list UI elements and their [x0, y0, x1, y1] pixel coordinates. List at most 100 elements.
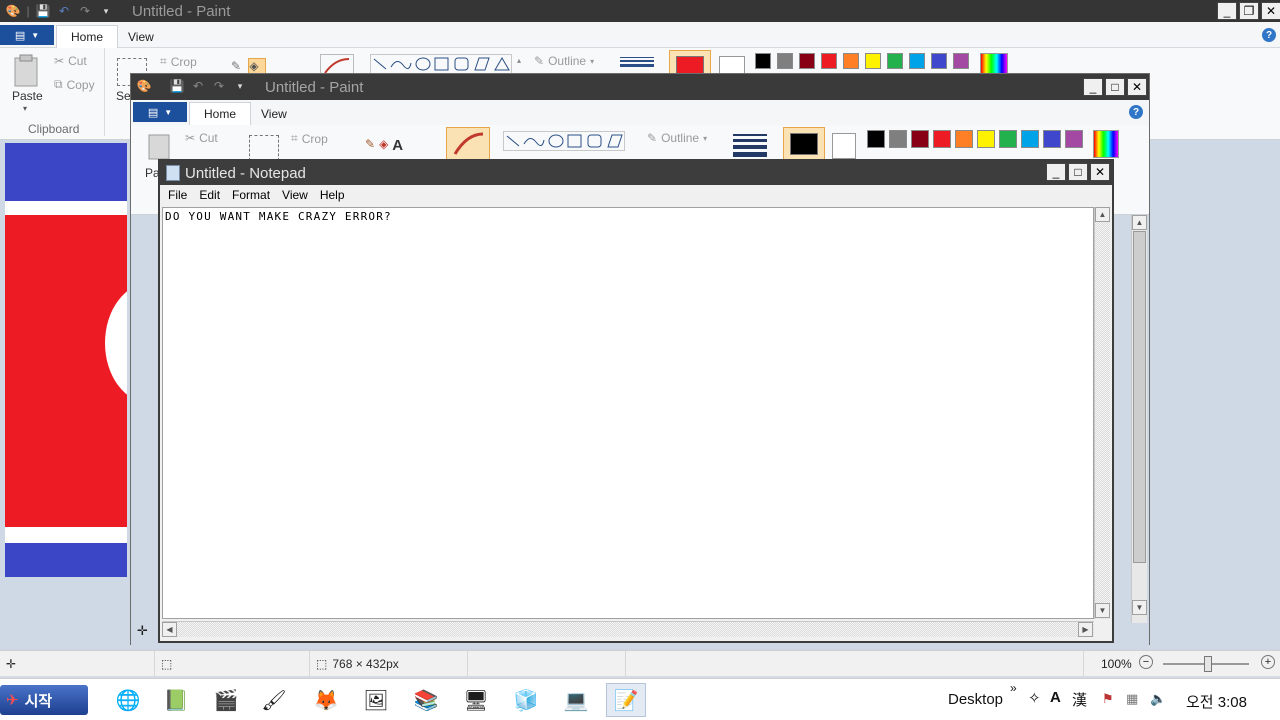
color2-swatch[interactable] — [832, 133, 856, 159]
crop-button[interactable]: ⌗ Crop — [291, 131, 328, 146]
edit-colors-icon[interactable] — [1093, 130, 1119, 158]
scroll-left-icon[interactable]: ◀ — [162, 622, 177, 637]
save-icon[interactable]: 💾 — [168, 78, 186, 94]
volume-icon[interactable]: 🔈 — [1150, 691, 1166, 707]
zoom-slider-thumb[interactable] — [1204, 656, 1212, 672]
restore-button[interactable]: ❐ — [1239, 2, 1259, 20]
undo-icon[interactable]: ↶ — [55, 3, 73, 19]
select-icon[interactable] — [249, 135, 279, 161]
start-button[interactable]: ✈ 시작 — [0, 685, 88, 715]
pencil-icon[interactable]: ✎ — [231, 59, 245, 73]
size-icon[interactable] — [733, 133, 767, 157]
control-panel-icon[interactable]: 🖥 — [456, 683, 496, 717]
paint-app-icon[interactable]: 🎨 — [4, 3, 22, 19]
menu-format[interactable]: Format — [226, 188, 276, 202]
fill-icon[interactable]: ◈ — [379, 137, 388, 154]
menu-edit[interactable]: Edit — [193, 188, 226, 202]
paste-button-label[interactable]: Paste — [12, 89, 43, 103]
tab-view[interactable]: View — [247, 102, 301, 125]
palette-color-swatch[interactable] — [911, 130, 929, 148]
language-bar-icon[interactable]: ✧ — [1028, 689, 1041, 707]
redo-icon[interactable]: ↷ — [210, 78, 228, 94]
palette-color-swatch[interactable] — [933, 130, 951, 148]
3d-builder-icon[interactable]: 🧊 — [506, 683, 546, 717]
zoom-out-button[interactable]: − — [1139, 655, 1153, 669]
scroll-down-icon[interactable]: ▼ — [1132, 600, 1147, 615]
cut-button[interactable]: ✂ Cut — [185, 131, 218, 145]
zoom-in-button[interactable]: + — [1261, 655, 1275, 669]
minimize-button[interactable]: _ — [1083, 78, 1103, 96]
scroll-up-icon[interactable]: ▲ — [1095, 207, 1110, 222]
palette-color-swatch[interactable] — [887, 53, 903, 69]
ime-input-mode[interactable]: A — [1050, 689, 1061, 706]
notepad-app-icon[interactable] — [166, 165, 180, 181]
firefox-icon[interactable]: 🦊 — [306, 683, 346, 717]
palette-color-swatch[interactable] — [955, 130, 973, 148]
help-icon[interactable]: ? — [1129, 105, 1143, 119]
palette-color-swatch[interactable] — [1021, 130, 1039, 148]
paint-menu-button[interactable]: ▤ ▼ — [0, 25, 54, 45]
redo-icon[interactable]: ↷ — [76, 3, 94, 19]
color1-button[interactable] — [783, 127, 825, 161]
scroll-up-icon[interactable]: ▲ — [1132, 215, 1147, 230]
select-button-label[interactable]: Se — [116, 89, 131, 103]
menu-file[interactable]: File — [162, 188, 193, 202]
cut-button[interactable]: ✂ Cut — [54, 54, 87, 68]
palette-color-swatch[interactable] — [1043, 130, 1061, 148]
browser-globe-icon[interactable]: 🌐 — [108, 683, 148, 717]
shapes-gallery[interactable] — [503, 131, 625, 151]
gallery-scroll-up-icon[interactable]: ▴ — [517, 56, 521, 65]
palette-color-swatch[interactable] — [889, 130, 907, 148]
maximize-button[interactable]: □ — [1068, 163, 1088, 181]
menu-help[interactable]: Help — [314, 188, 351, 202]
brushes-button[interactable] — [446, 127, 490, 161]
desktop-toolbar-label[interactable]: Desktop — [948, 691, 1003, 708]
palette-color-swatch[interactable] — [909, 53, 925, 69]
palette-color-swatch[interactable] — [843, 53, 859, 69]
minimize-button[interactable]: _ — [1046, 163, 1066, 181]
palette-color-swatch[interactable] — [953, 53, 969, 69]
resize-grip[interactable] — [1094, 621, 1110, 637]
movie-maker-icon[interactable]: 🎬 — [206, 683, 246, 717]
menu-view[interactable]: View — [276, 188, 314, 202]
horizontal-scrollbar[interactable]: ◀ ▶ — [162, 621, 1094, 637]
terminal-icon[interactable]: 💻 — [556, 683, 596, 717]
close-button[interactable]: ✕ — [1261, 2, 1280, 20]
paint-app-icon[interactable]: 🖌 — [254, 683, 294, 717]
close-button[interactable]: ✕ — [1090, 163, 1110, 181]
chevron-right-icon[interactable]: » — [1010, 681, 1017, 695]
archive-icon[interactable]: 📚 — [406, 683, 446, 717]
paste-icon[interactable] — [12, 54, 42, 88]
vertical-scrollbar[interactable]: ▲ ▼ — [1094, 207, 1110, 619]
tab-home[interactable]: Home — [189, 102, 252, 125]
network-icon[interactable]: ▦ — [1126, 691, 1138, 707]
palette-color-swatch[interactable] — [755, 53, 771, 69]
undo-icon[interactable]: ↶ — [189, 78, 207, 94]
customize-dropdown-icon[interactable]: ▾ — [97, 3, 115, 19]
file-manager-icon[interactable]: 📗 — [156, 683, 196, 717]
minimize-button[interactable]: _ — [1217, 2, 1237, 20]
ime-hanja-mode[interactable]: 漢 — [1072, 689, 1087, 710]
palette-color-swatch[interactable] — [1065, 130, 1083, 148]
help-icon[interactable]: ? — [1262, 28, 1276, 42]
copy-button[interactable]: ⧉ Copy — [54, 77, 95, 92]
text-tool-icon[interactable]: A — [392, 137, 403, 154]
scroll-right-icon[interactable]: ▶ — [1078, 622, 1093, 637]
palette-color-swatch[interactable] — [821, 53, 837, 69]
crop-button[interactable]: ⌗ Crop — [160, 54, 197, 69]
paint-app-icon[interactable]: 🎨 — [135, 78, 153, 94]
palette-color-swatch[interactable] — [977, 130, 995, 148]
palette-color-swatch[interactable] — [865, 53, 881, 69]
fill-icon[interactable]: ◈ — [248, 58, 267, 74]
scroll-thumb[interactable] — [1133, 231, 1146, 563]
palette-color-swatch[interactable] — [777, 53, 793, 69]
tab-home[interactable]: Home — [56, 25, 119, 48]
shapes-gallery[interactable] — [370, 54, 512, 74]
action-center-icon[interactable]: ⚑ — [1102, 691, 1114, 707]
vertical-scrollbar[interactable]: ▲ ▼ — [1131, 215, 1147, 623]
scroll-down-icon[interactable]: ▼ — [1095, 603, 1110, 618]
outline-button[interactable]: ✎ Outline ▾ — [647, 131, 707, 145]
size-icon[interactable] — [620, 56, 654, 70]
pencil-icon[interactable]: ✎ — [365, 137, 375, 154]
photo-viewer-icon[interactable]: 🖼 — [356, 683, 396, 717]
